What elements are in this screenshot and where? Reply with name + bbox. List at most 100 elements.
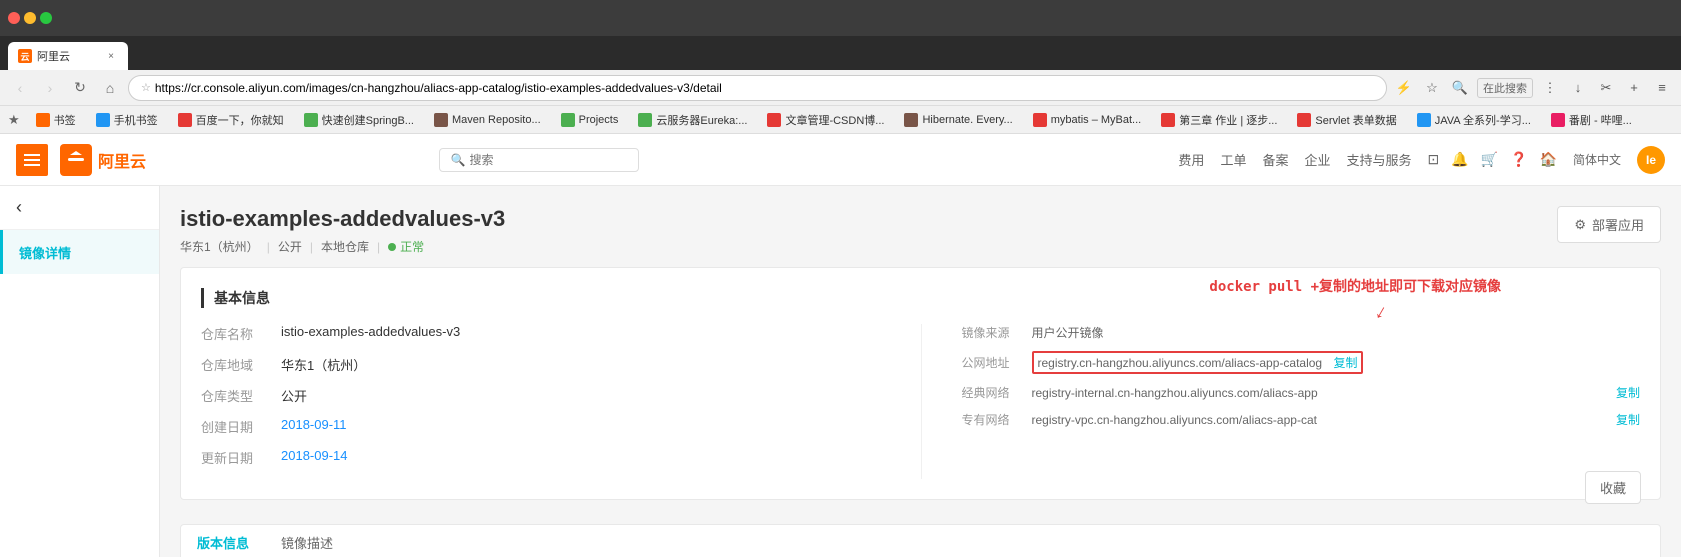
screen-icon[interactable]: ⊡ <box>1428 151 1440 168</box>
bookmark-icon[interactable]: ☆ <box>1421 77 1443 99</box>
bookmark-mobile[interactable]: 手机书签 <box>88 109 166 131</box>
docker-hint-text: docker pull +复制的地址即可下载对应镜像 <box>1209 276 1501 296</box>
nav-right-icons: ⚡ ☆ 🔍 在此搜索 ⋮ ↓ ✂ + ≡ <box>1393 77 1673 99</box>
bookmark-ch3[interactable]: 第三章 作业 | 逐步... <box>1153 109 1285 131</box>
bookmark-maven[interactable]: Maven Reposito... <box>426 109 549 131</box>
source-label: 镜像来源 <box>962 324 1032 341</box>
bookmark-favicon <box>561 113 575 127</box>
browser-tab-bar: 云 阿里云 × <box>0 36 1681 70</box>
vpc-net-value: registry-vpc.cn-hangzhou.aliyuncs.com/al… <box>1032 413 1608 427</box>
lang-switch[interactable]: 简体中文 <box>1573 151 1621 168</box>
source-value: 用户公开镜像 <box>1032 324 1641 341</box>
nav-item-fees[interactable]: 费用 <box>1178 150 1204 169</box>
bookmark-csdn[interactable]: 文章管理-CSDN博... <box>759 109 892 131</box>
type-value: 公开 <box>281 386 881 405</box>
public-addr-copy-button[interactable]: 复制 <box>1333 356 1357 370</box>
type-label: 仓库类型 <box>201 386 281 405</box>
top-nav: 阿里云 🔍 费用 工单 备案 企业 支持与服务 ⊡ 🔔 🛒 ❓ 🏠 简体中文 I… <box>0 134 1681 186</box>
home-icon[interactable]: 🏠 <box>1540 151 1557 168</box>
nav-item-enterprise[interactable]: 企业 <box>1304 150 1330 169</box>
cut-icon[interactable]: ✂ <box>1595 77 1617 99</box>
bookmark-favicon <box>1033 113 1047 127</box>
bookmark-label: Projects <box>579 114 619 126</box>
deploy-button[interactable]: ⚙ 部署应用 <box>1557 206 1661 243</box>
bookmark-mybatis[interactable]: mybatis – MyBat... <box>1025 109 1149 131</box>
meta-status: 正常 <box>388 238 424 255</box>
bookmark-eureka[interactable]: 云服务器Eureka:... <box>630 109 755 131</box>
bookmark-hibernate[interactable]: Hibernate. Every... <box>896 109 1020 131</box>
bookmark-label: 文章管理-CSDN博... <box>785 112 884 128</box>
sidebar-item-image-detail[interactable]: 镜像详情 <box>0 230 159 274</box>
tab-label: 阿里云 <box>37 48 70 64</box>
nav-item-support[interactable]: 支持与服务 <box>1346 150 1411 169</box>
page-header: istio-examples-addedvalues-v3 华东1（杭州） | … <box>180 206 1661 255</box>
bookmark-favicon <box>1417 113 1431 127</box>
nav-back-button[interactable]: ‹ <box>8 76 32 100</box>
bookmark-label: 手机书签 <box>114 112 158 128</box>
tab-version-info[interactable]: 版本信息 <box>181 525 265 557</box>
bookmark-favicon <box>96 113 110 127</box>
source-row: 镜像来源 用户公开镜像 <box>962 324 1641 341</box>
search-label[interactable]: 在此搜索 <box>1477 78 1533 98</box>
nav-forward-button[interactable]: › <box>38 76 62 100</box>
bookmark-shujian[interactable]: 书签 <box>28 109 84 131</box>
menu-icon[interactable]: ≡ <box>1651 77 1673 99</box>
type-row: 仓库类型 公开 <box>201 386 881 405</box>
nav-item-record[interactable]: 备案 <box>1262 150 1288 169</box>
deploy-icon: ⚙ <box>1574 217 1586 233</box>
download-icon[interactable]: ↓ <box>1567 77 1589 99</box>
nav-home-button[interactable]: ⌂ <box>98 76 122 100</box>
add-tab-icon[interactable]: + <box>1623 77 1645 99</box>
tab-image-desc[interactable]: 镜像描述 <box>265 525 349 557</box>
extensions-icon[interactable]: ⚡ <box>1393 77 1415 99</box>
public-addr-label: 公网地址 <box>962 354 1032 371</box>
url-bar[interactable]: ☆ <box>128 75 1387 101</box>
cart-icon[interactable]: 🛒 <box>1481 151 1498 168</box>
search-box[interactable]: 🔍 <box>439 148 639 172</box>
status-text: 正常 <box>400 238 424 255</box>
updated-value[interactable]: 2018-09-14 <box>281 448 881 463</box>
classic-net-label: 经典网络 <box>962 384 1032 401</box>
logo: 阿里云 <box>60 144 146 176</box>
url-input[interactable] <box>155 81 1374 95</box>
tab-close-button[interactable]: × <box>104 49 118 63</box>
nav-item-ticket[interactable]: 工单 <box>1220 150 1246 169</box>
search-input[interactable] <box>469 153 609 167</box>
more-icon[interactable]: ⋮ <box>1539 77 1561 99</box>
collect-button[interactable]: 收藏 <box>1585 471 1641 504</box>
bookmark-favicon <box>904 113 918 127</box>
classic-net-row: 经典网络 registry-internal.cn-hangzhou.aliyu… <box>962 384 1641 401</box>
bookmark-bilibili[interactable]: 番剧 - 哔哩... <box>1543 109 1640 131</box>
updated-row: 更新日期 2018-09-14 <box>201 448 881 467</box>
sidebar-back-button[interactable]: ‹ <box>0 186 159 230</box>
info-right-column: 镜像来源 用户公开镜像 公网地址 registry.cn-hangzhou.al… <box>921 324 1641 479</box>
version-section: 版本信息 镜像描述 版本 发布时间 SHA256 1.0 2018-09-11 … <box>180 524 1661 557</box>
bookmark-servlet[interactable]: Servlet 表单数据 <box>1289 109 1404 131</box>
user-avatar[interactable]: Ie <box>1637 146 1665 174</box>
app-container: 阿里云 🔍 费用 工单 备案 企业 支持与服务 ⊡ 🔔 🛒 ❓ 🏠 简体中文 I… <box>0 134 1681 557</box>
meta-divider-3: | <box>377 240 380 254</box>
nav-refresh-button[interactable]: ↻ <box>68 76 92 100</box>
bookmark-label: 快速创建SpringB... <box>322 112 414 128</box>
public-addr-value: registry.cn-hangzhou.aliyuncs.com/aliacs… <box>1038 356 1323 370</box>
vpc-net-label: 专有网络 <box>962 411 1032 428</box>
bell-icon[interactable]: 🔔 <box>1451 151 1468 168</box>
tab-favicon: 云 <box>18 49 32 63</box>
bookmark-spring[interactable]: 快速创建SpringB... <box>296 109 422 131</box>
bookmark-favicon <box>767 113 781 127</box>
browser-tab-active[interactable]: 云 阿里云 × <box>8 42 128 70</box>
bookmark-projects[interactable]: Projects <box>553 109 627 131</box>
tabs: 版本信息 镜像描述 <box>181 525 1660 557</box>
menu-button[interactable] <box>16 144 48 176</box>
logo-icon <box>60 144 92 176</box>
search-icon[interactable]: 🔍 <box>1449 77 1471 99</box>
bookmark-java[interactable]: JAVA 全系列-学习... <box>1409 109 1539 131</box>
vpc-net-copy-button[interactable]: 复制 <box>1616 411 1640 428</box>
public-addr-highlight: registry.cn-hangzhou.aliyuncs.com/aliacs… <box>1032 351 1364 374</box>
created-value[interactable]: 2018-09-11 <box>281 417 881 432</box>
classic-net-copy-button[interactable]: 复制 <box>1616 384 1640 401</box>
help-icon[interactable]: ❓ <box>1510 151 1527 168</box>
bookmark-favicon <box>1551 113 1565 127</box>
meta-divider-1: | <box>267 240 270 254</box>
bookmark-baidu[interactable]: 百度一下，你就知 <box>170 109 292 131</box>
